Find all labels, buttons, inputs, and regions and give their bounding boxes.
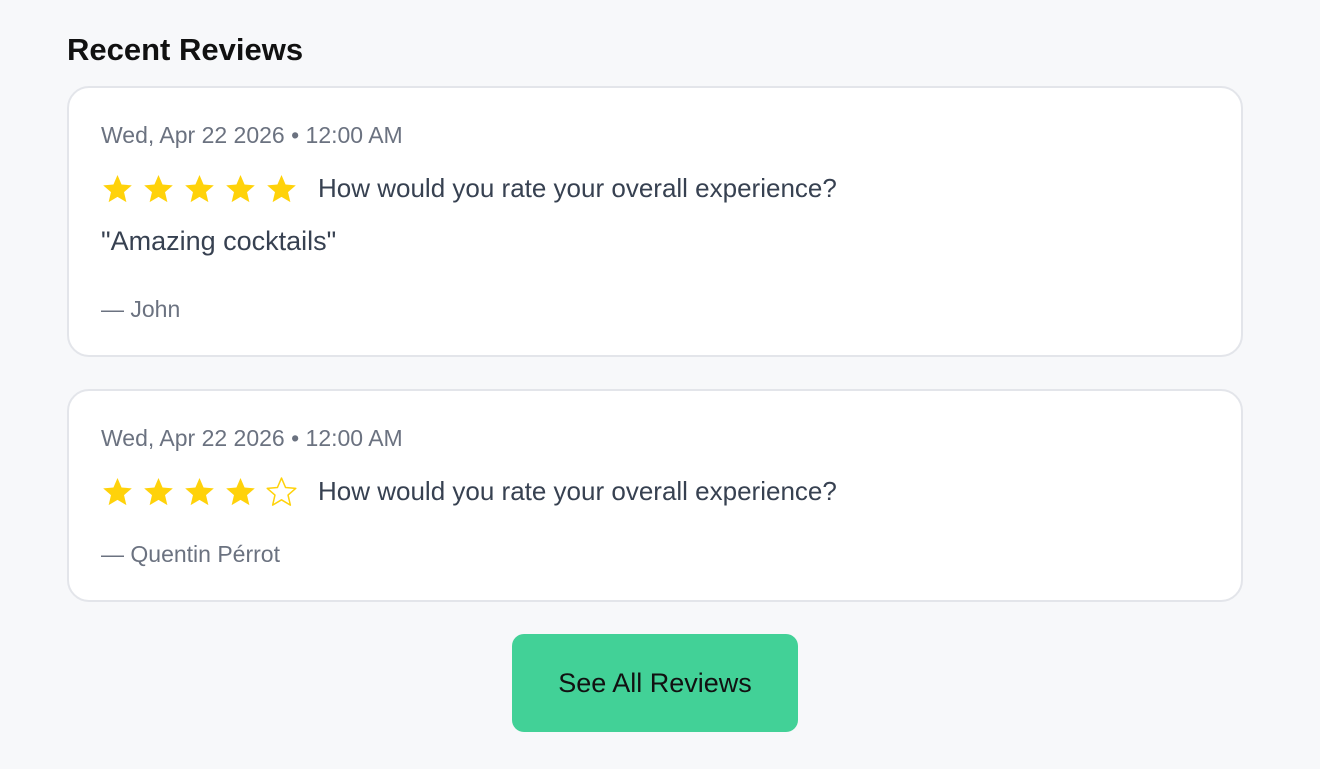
review-comment: "Amazing cocktails" — [101, 226, 337, 256]
section-title: Recent Reviews — [67, 32, 304, 67]
star-filled-icon — [183, 172, 216, 205]
review-date: Wed, Apr 22 2026 • 12:00 AM — [101, 122, 403, 148]
star-rating — [101, 475, 306, 508]
rating-question: How would you rate your overall experien… — [318, 172, 837, 203]
star-filled-icon — [265, 172, 298, 205]
review-card: Wed, Apr 22 2026 • 12:00 AM How would yo… — [67, 389, 1243, 602]
star-filled-icon — [224, 475, 257, 508]
star-filled-icon — [224, 172, 257, 205]
review-author: — Quentin Pérrot — [101, 541, 280, 567]
rating-row: How would you rate your overall experien… — [101, 168, 837, 208]
review-date: Wed, Apr 22 2026 • 12:00 AM — [101, 425, 403, 451]
review-author: — John — [101, 296, 181, 322]
star-filled-icon — [101, 475, 134, 508]
star-empty-icon — [265, 475, 298, 508]
star-filled-icon — [142, 475, 175, 508]
rating-row: How would you rate your overall experien… — [101, 471, 837, 511]
review-card: Wed, Apr 22 2026 • 12:00 AM How would yo… — [67, 86, 1243, 357]
see-all-reviews-button[interactable]: See All Reviews — [512, 634, 798, 732]
star-rating — [101, 172, 306, 205]
star-filled-icon — [142, 172, 175, 205]
rating-question: How would you rate your overall experien… — [318, 475, 837, 506]
star-filled-icon — [101, 172, 134, 205]
star-filled-icon — [183, 475, 216, 508]
